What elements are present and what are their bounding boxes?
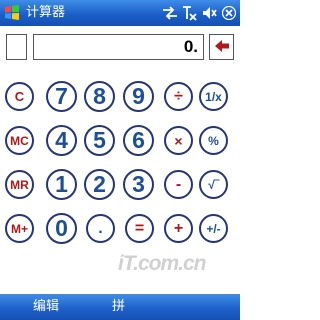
digit-4-button[interactable]: 4 xyxy=(46,125,77,156)
digit-9-button[interactable]: 9 xyxy=(123,81,154,112)
digit-1-button[interactable]: 1 xyxy=(46,169,77,200)
close-x-icon[interactable] xyxy=(222,6,236,20)
square-root-button[interactable]: √‾ xyxy=(199,170,228,199)
sync-arrows-icon[interactable] xyxy=(162,6,178,20)
digit-0-button[interactable]: 0 xyxy=(46,213,77,244)
left-arrow-icon xyxy=(214,38,230,57)
digit-7-button[interactable]: 7 xyxy=(46,81,77,112)
add-button[interactable]: + xyxy=(164,214,193,243)
volume-icon[interactable] xyxy=(202,6,218,20)
digit-2-button[interactable]: 2 xyxy=(84,169,115,200)
memory-recall-button[interactable]: MR xyxy=(5,170,34,199)
memory-clear-button[interactable]: MC xyxy=(5,126,34,155)
backspace-button[interactable] xyxy=(209,34,234,60)
edit-menu[interactable]: 编辑 xyxy=(33,299,59,315)
percent-button[interactable]: % xyxy=(199,126,228,155)
digit-8-button[interactable]: 8 xyxy=(84,81,115,112)
sign-toggle-button[interactable]: +/- xyxy=(199,214,228,243)
clear-button[interactable]: C xyxy=(5,82,34,111)
result-display: 0. xyxy=(33,34,204,60)
digit-6-button[interactable]: 6 xyxy=(123,125,154,156)
app-title: 计算器 xyxy=(26,5,66,20)
start-flag-icon[interactable] xyxy=(3,4,21,22)
decimal-point-button[interactable]: . xyxy=(86,214,115,243)
menu-bar: 编辑 拼 xyxy=(0,294,240,320)
divide-button[interactable]: ÷ xyxy=(164,82,193,111)
title-bar: 计算器 xyxy=(0,0,240,26)
memory-add-button[interactable]: M+ xyxy=(5,214,34,243)
equals-button[interactable]: = xyxy=(125,214,154,243)
digit-3-button[interactable]: 3 xyxy=(123,169,154,200)
watermark-logo: iT.com.cn xyxy=(118,252,206,275)
status-area xyxy=(162,4,236,22)
signal-off-icon[interactable] xyxy=(182,5,198,21)
memory-indicator xyxy=(6,34,27,60)
subtract-button[interactable]: - xyxy=(164,170,193,199)
reciprocal-button[interactable]: 1/x xyxy=(199,82,228,111)
multiply-button[interactable]: × xyxy=(164,126,193,155)
digit-5-button[interactable]: 5 xyxy=(84,125,115,156)
input-method-button[interactable]: 拼 xyxy=(112,299,125,315)
